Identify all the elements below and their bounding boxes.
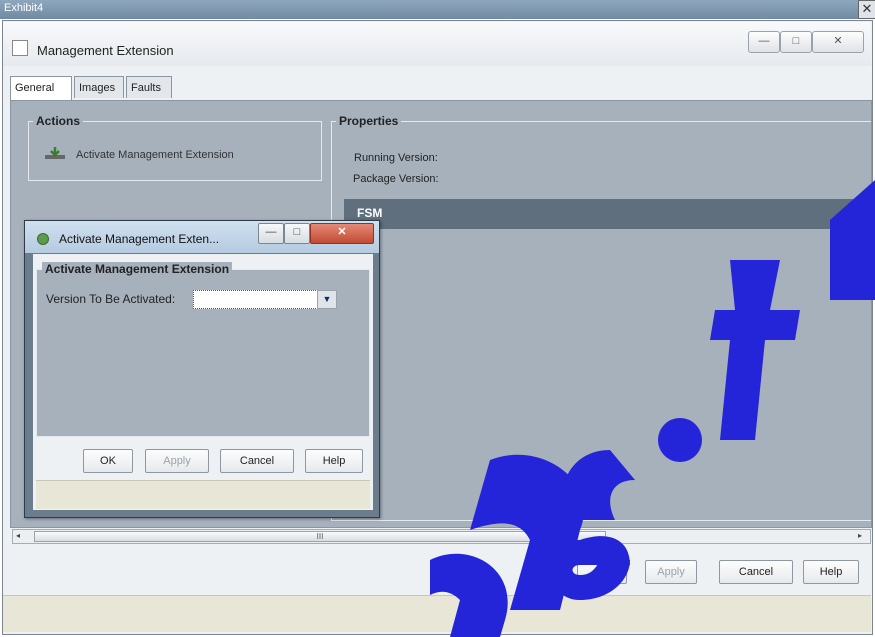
window-controls: — □ ✕ — [748, 31, 864, 53]
actions-header: Actions — [33, 114, 84, 128]
dialog-minimize-button[interactable]: — — [258, 223, 284, 244]
version-select-value[interactable] — [193, 290, 318, 309]
dialog-ok-button[interactable]: OK — [83, 449, 133, 473]
dialog-close-button[interactable]: ✕ — [310, 223, 374, 244]
chevron-down-icon[interactable]: ▼ — [317, 290, 337, 309]
tab-images[interactable]: Images — [74, 76, 124, 98]
tab-strip: General Images Faults — [10, 76, 865, 101]
tab-general[interactable]: General — [10, 76, 72, 100]
dialog-maximize-button[interactable]: □ — [284, 223, 310, 244]
dialog-window-controls: — □ ✕ — [258, 223, 374, 244]
close-button[interactable]: ✕ — [812, 31, 864, 53]
package-version-label: Package Version: — [353, 173, 439, 185]
java-app-icon — [12, 40, 28, 56]
exhibit-close-button[interactable]: ✕ — [858, 0, 875, 19]
dialog-app-icon — [37, 233, 49, 245]
dialog-cancel-button[interactable]: Cancel — [220, 449, 294, 473]
properties-header: Properties — [336, 114, 402, 128]
version-select[interactable]: ▼ — [193, 290, 339, 309]
window-title: Management Extension — [37, 43, 174, 58]
scroll-left-arrow-icon[interactable]: ◂ — [16, 531, 20, 540]
fsm-section-title: FSM — [357, 206, 383, 220]
activate-management-extension-link[interactable]: Activate Management Extension — [76, 149, 234, 161]
dialog-title: Activate Management Exten... — [59, 232, 220, 246]
dialog-apply-button[interactable]: Apply — [145, 449, 209, 473]
exhibit-title-bar — [0, 0, 875, 19]
running-version-label: Running Version: — [354, 152, 438, 164]
maximize-button[interactable]: □ — [780, 31, 812, 53]
activation-group-label: Activate Management Extension — [42, 262, 233, 276]
tab-faults[interactable]: Faults — [126, 76, 172, 98]
dialog-status-bar — [36, 480, 370, 509]
minimize-button[interactable]: — — [748, 31, 780, 53]
dialog-help-button[interactable]: Help — [305, 449, 363, 473]
download-arrow-icon — [44, 146, 66, 160]
version-to-activate-label: Version To Be Activated: — [46, 292, 176, 306]
exhibit-title: Exhibit4 — [4, 2, 44, 14]
